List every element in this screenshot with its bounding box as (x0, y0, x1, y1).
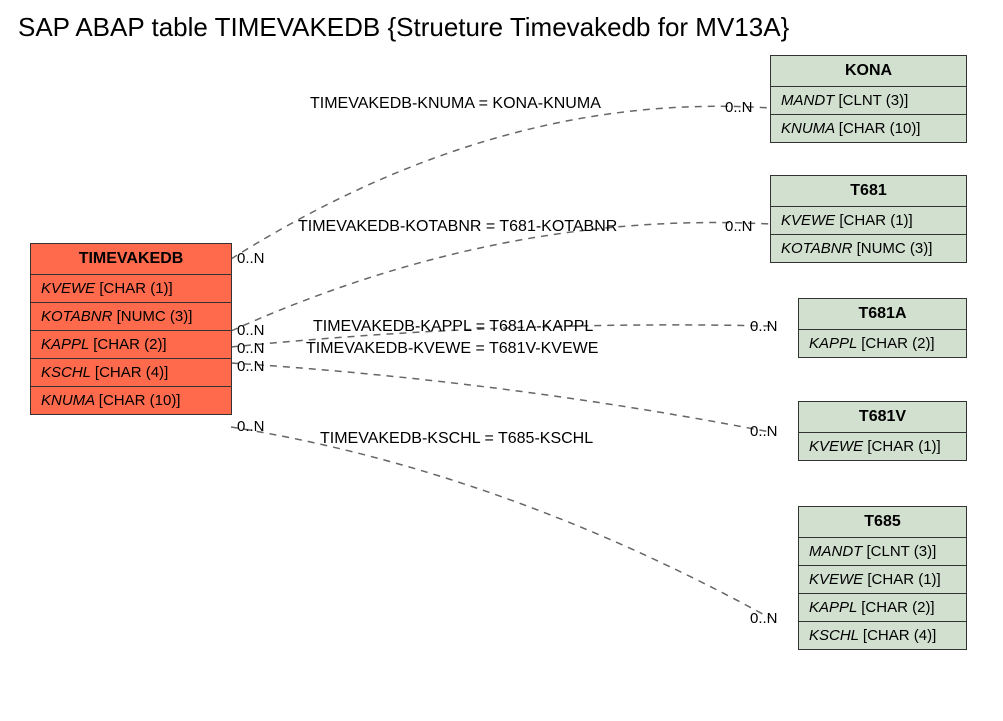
entity-t681v: T681V KVEWE [CHAR (1)] (798, 401, 967, 461)
relation-label: TIMEVAKEDB-KSCHL = T685-KSCHL (320, 430, 593, 448)
entity-t685: T685 MANDT [CLNT (3)] KVEWE [CHAR (1)] K… (798, 506, 967, 650)
entity-field: KSCHL [CHAR (4)] (31, 359, 231, 387)
relation-label: TIMEVAKEDB-KOTABNR = T681-KOTABNR (298, 218, 617, 236)
entity-t681a: T681A KAPPL [CHAR (2)] (798, 298, 967, 358)
cardinality: 0..N (750, 423, 778, 440)
entity-field: KVEWE [CHAR (1)] (799, 433, 966, 460)
relation-label: TIMEVAKEDB-KVEWE = T681V-KVEWE (306, 340, 598, 358)
entity-field: KOTABNR [NUMC (3)] (31, 303, 231, 331)
entity-header: KONA (771, 56, 966, 87)
entity-field: KAPPL [CHAR (2)] (31, 331, 231, 359)
entity-header: T681 (771, 176, 966, 207)
cardinality: 0..N (237, 340, 265, 357)
entity-field: KSCHL [CHAR (4)] (799, 622, 966, 649)
entity-header: T681V (799, 402, 966, 433)
entity-header: T685 (799, 507, 966, 538)
cardinality: 0..N (725, 99, 753, 116)
cardinality: 0..N (750, 610, 778, 627)
entity-field: KAPPL [CHAR (2)] (799, 594, 966, 622)
entity-field: KVEWE [CHAR (1)] (771, 207, 966, 235)
entity-field: KAPPL [CHAR (2)] (799, 330, 966, 357)
cardinality: 0..N (237, 418, 265, 435)
entity-header: TIMEVAKEDB (31, 244, 231, 275)
cardinality: 0..N (237, 250, 265, 267)
cardinality: 0..N (750, 318, 778, 335)
entity-field: KVEWE [CHAR (1)] (799, 566, 966, 594)
diagram-title: SAP ABAP table TIMEVAKEDB {Strueture Tim… (18, 12, 789, 43)
entity-kona: KONA MANDT [CLNT (3)] KNUMA [CHAR (10)] (770, 55, 967, 143)
entity-field: KOTABNR [NUMC (3)] (771, 235, 966, 262)
cardinality: 0..N (237, 322, 265, 339)
cardinality: 0..N (725, 218, 753, 235)
entity-timevakedb: TIMEVAKEDB KVEWE [CHAR (1)] KOTABNR [NUM… (30, 243, 232, 415)
entity-field: KVEWE [CHAR (1)] (31, 275, 231, 303)
entity-t681: T681 KVEWE [CHAR (1)] KOTABNR [NUMC (3)] (770, 175, 967, 263)
entity-field: KNUMA [CHAR (10)] (771, 115, 966, 142)
entity-field: MANDT [CLNT (3)] (771, 87, 966, 115)
entity-field: MANDT [CLNT (3)] (799, 538, 966, 566)
relation-label: TIMEVAKEDB-KAPPL = T681A-KAPPL (313, 318, 593, 336)
relation-label: TIMEVAKEDB-KNUMA = KONA-KNUMA (310, 95, 601, 113)
cardinality: 0..N (237, 358, 265, 375)
entity-field: KNUMA [CHAR (10)] (31, 387, 231, 414)
entity-header: T681A (799, 299, 966, 330)
